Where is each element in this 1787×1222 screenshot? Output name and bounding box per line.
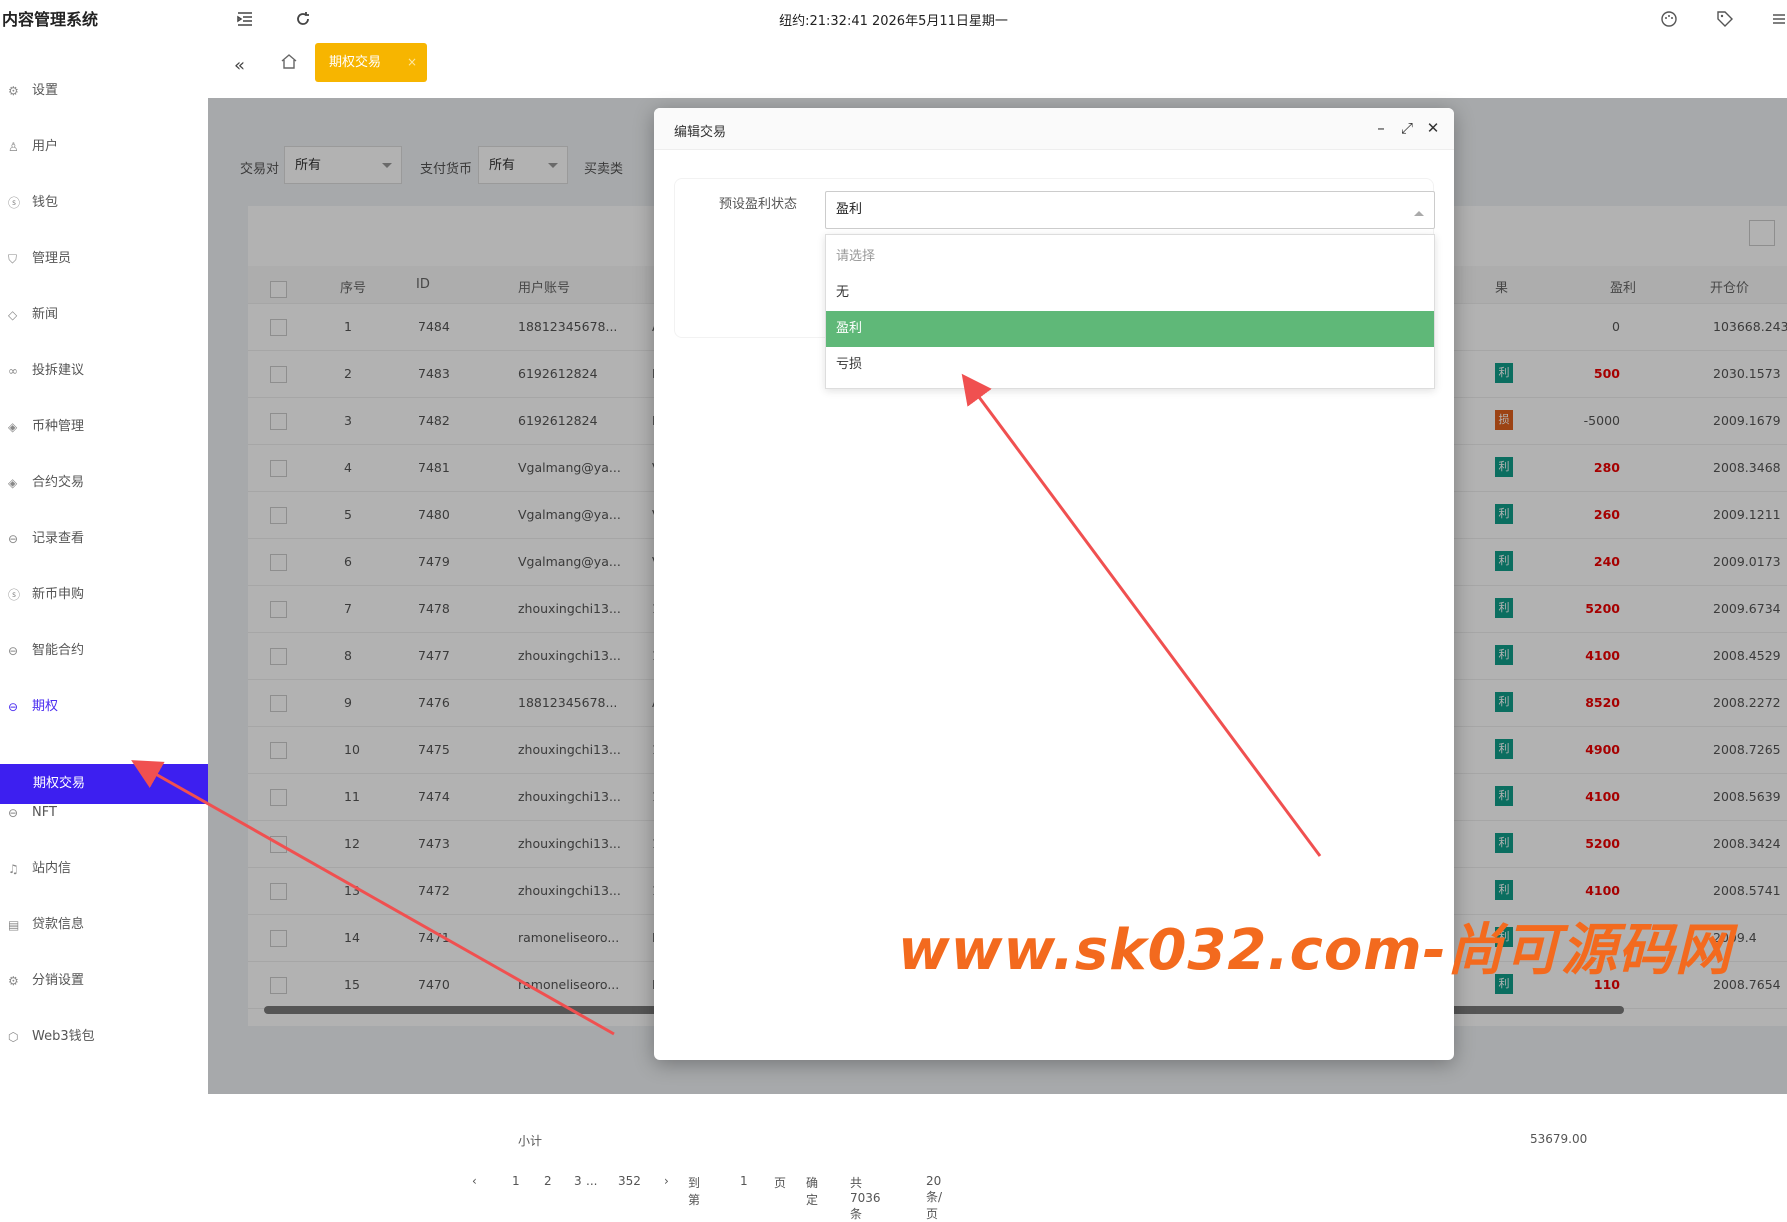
collapse-tabs-icon[interactable]: « xyxy=(234,55,245,76)
modal-header: 编辑交易 – ⤢ ✕ xyxy=(654,108,1454,150)
profit-state-dropdown: 请选择 无 盈利 亏损 xyxy=(825,234,1435,389)
top-bar: 内容管理系统 纽约:21:32:41 2026年5月11日星期一 xyxy=(0,0,1787,38)
link-icon: ∞ xyxy=(8,364,18,378)
sidebar-item-admins[interactable]: ⛉ 管理员 xyxy=(0,239,208,279)
palette-icon[interactable] xyxy=(1660,10,1678,28)
tag-icon: ◇ xyxy=(8,308,18,322)
sidebar-item-records[interactable]: ⊖ 记录查看 xyxy=(0,519,208,559)
tab-bar: « 期权交易 × xyxy=(208,38,1787,98)
sidebar-item-label: Web3钱包 xyxy=(32,1029,95,1044)
sidebar-item-label: 记录查看 xyxy=(32,531,85,546)
sidebar-item-distribution[interactable]: ⚙ 分销设置 xyxy=(0,961,208,1001)
circle-arrow-icon: ⊖ xyxy=(8,532,19,546)
subtotal-value: 53679.00 xyxy=(1530,1132,1588,1146)
gear-icon: ⚙ xyxy=(8,974,19,988)
sidebar-item-label: 站内信 xyxy=(32,861,72,876)
circle-arrow-icon: ⊖ xyxy=(8,806,19,820)
circle-arrow-icon: ⊖ xyxy=(8,644,19,658)
subtotal-label: 小计 xyxy=(518,1134,543,1148)
sidebar-item-smart-contract[interactable]: ⊖ 智能合约 xyxy=(0,631,208,671)
goto-label: 到第 xyxy=(688,1176,701,1207)
form-card: 预设盈利状态 盈利 请选择 无 盈利 亏损 xyxy=(674,178,1435,389)
tab-label: 期权交易 xyxy=(329,55,382,70)
user-icon: ♙ xyxy=(8,140,19,154)
sidebar-item-label: 分销设置 xyxy=(32,973,85,988)
sidebar-item-settings[interactable]: ⚙ 设置 xyxy=(0,71,208,111)
caret-up-icon xyxy=(1414,206,1424,216)
sidebar-item-news[interactable]: ◇ 新闻 xyxy=(0,295,208,335)
diamond-icon: ◈ xyxy=(8,476,18,490)
sidebar-item-messages[interactable]: ♫ 站内信 xyxy=(0,849,208,889)
page-last[interactable]: 352 xyxy=(618,1174,641,1188)
dollar-icon: ⓢ xyxy=(8,196,21,210)
gear-icon: ⚙ xyxy=(8,84,19,98)
diamond-icon: ◈ xyxy=(8,420,18,434)
sidebar-item-label: 管理员 xyxy=(32,251,72,266)
sidebar-item-label: 智能合约 xyxy=(32,643,85,658)
sidebar-item-label: 钱包 xyxy=(32,195,59,210)
home-icon[interactable] xyxy=(280,52,298,74)
sidebar-item-nft[interactable]: ⊖ NFT xyxy=(0,793,208,833)
sidebar: ⚙ 设置 ♙ 用户 ⓢ 钱包 ⛉ 管理员 ◇ 新闻 ∞ 投拆建议 ◈ 币种管理 ◈ 合约交易 ⊖… xyxy=(0,44,208,1044)
sidebar-item-contract[interactable]: ◈ 合约交易 xyxy=(0,463,208,503)
page-size-select[interactable]: 20 条/页 xyxy=(926,1174,942,1222)
sidebar-item-wallet[interactable]: ⓢ 钱包 xyxy=(0,183,208,223)
sidebar-item-label: 新闻 xyxy=(32,307,59,322)
total-count: 共 7036 条 xyxy=(850,1176,881,1221)
profit-state-value: 盈利 xyxy=(836,202,863,217)
dollar-icon: ⓢ xyxy=(8,588,21,602)
sidebar-item-users[interactable]: ♙ 用户 xyxy=(0,127,208,167)
sidebar-item-subscribe[interactable]: ⓢ 新币申购 xyxy=(0,575,208,615)
more-icon[interactable] xyxy=(1770,10,1787,28)
prev-page-icon[interactable]: ‹ xyxy=(472,1174,477,1188)
circle-arrow-icon: ⊖ xyxy=(8,700,19,714)
profit-state-label: 预设盈利状态 xyxy=(718,197,797,212)
sidebar-item-label: 合约交易 xyxy=(32,475,85,490)
goto-confirm-button[interactable]: 确定 xyxy=(806,1174,818,1208)
sidebar-item-label: 期权 xyxy=(32,699,59,714)
sidebar-item-label: 币种管理 xyxy=(32,419,85,434)
page-ellipsis: ... xyxy=(586,1174,598,1188)
profit-state-select[interactable]: 盈利 xyxy=(825,191,1435,229)
sidebar-item-currency[interactable]: ◈ 币种管理 xyxy=(0,407,208,447)
modal-title: 编辑交易 xyxy=(674,125,727,140)
bell-icon: ♫ xyxy=(8,862,19,876)
sidebar-item-label: 投拆建议 xyxy=(32,363,85,378)
option-none[interactable]: 无 xyxy=(826,275,1434,311)
page-input[interactable]: 1 xyxy=(740,1174,748,1188)
sidebar-item-options[interactable]: ⊖ 期权 xyxy=(0,687,208,727)
sidebar-item-web3-wallet[interactable]: ⬡ Web3钱包 xyxy=(0,1017,208,1057)
cube-icon: ⬡ xyxy=(8,1030,19,1044)
page-3[interactable]: 3 xyxy=(574,1174,582,1188)
sidebar-item-label: 用户 xyxy=(32,139,59,154)
option-profit[interactable]: 盈利 xyxy=(826,311,1434,347)
minimize-icon[interactable]: – xyxy=(1372,119,1390,137)
sidebar-item-label: NFT xyxy=(32,805,57,820)
page-1[interactable]: 1 xyxy=(512,1174,520,1188)
page-2[interactable]: 2 xyxy=(544,1174,552,1188)
doc-icon: ▤ xyxy=(8,918,20,932)
watermark-text: www.sk032.com-尚可源码网 xyxy=(898,918,1732,983)
sidebar-item-suggestions[interactable]: ∞ 投拆建议 xyxy=(0,351,208,391)
option-loss[interactable]: 亏损 xyxy=(826,347,1434,383)
shield-icon: ⛉ xyxy=(8,252,18,266)
next-page-icon[interactable]: › xyxy=(664,1174,669,1188)
sidebar-item-label: 设置 xyxy=(32,83,59,98)
sidebar-item-label: 新币申购 xyxy=(32,587,85,602)
clock-text: 纽约:21:32:41 2026年5月11日星期一 xyxy=(779,14,1008,29)
sidebar-item-label: 贷款信息 xyxy=(32,917,85,932)
tab-options-trade[interactable]: 期权交易 × xyxy=(315,43,427,82)
sidebar-item-loans[interactable]: ▤ 贷款信息 xyxy=(0,905,208,945)
page-unit: 页 xyxy=(774,1176,787,1190)
close-icon[interactable]: × xyxy=(407,43,417,82)
option-placeholder[interactable]: 请选择 xyxy=(826,239,1434,275)
maximize-icon[interactable]: ⤢ xyxy=(1398,119,1416,137)
tag-icon[interactable] xyxy=(1716,10,1734,28)
close-icon[interactable]: ✕ xyxy=(1424,119,1442,137)
